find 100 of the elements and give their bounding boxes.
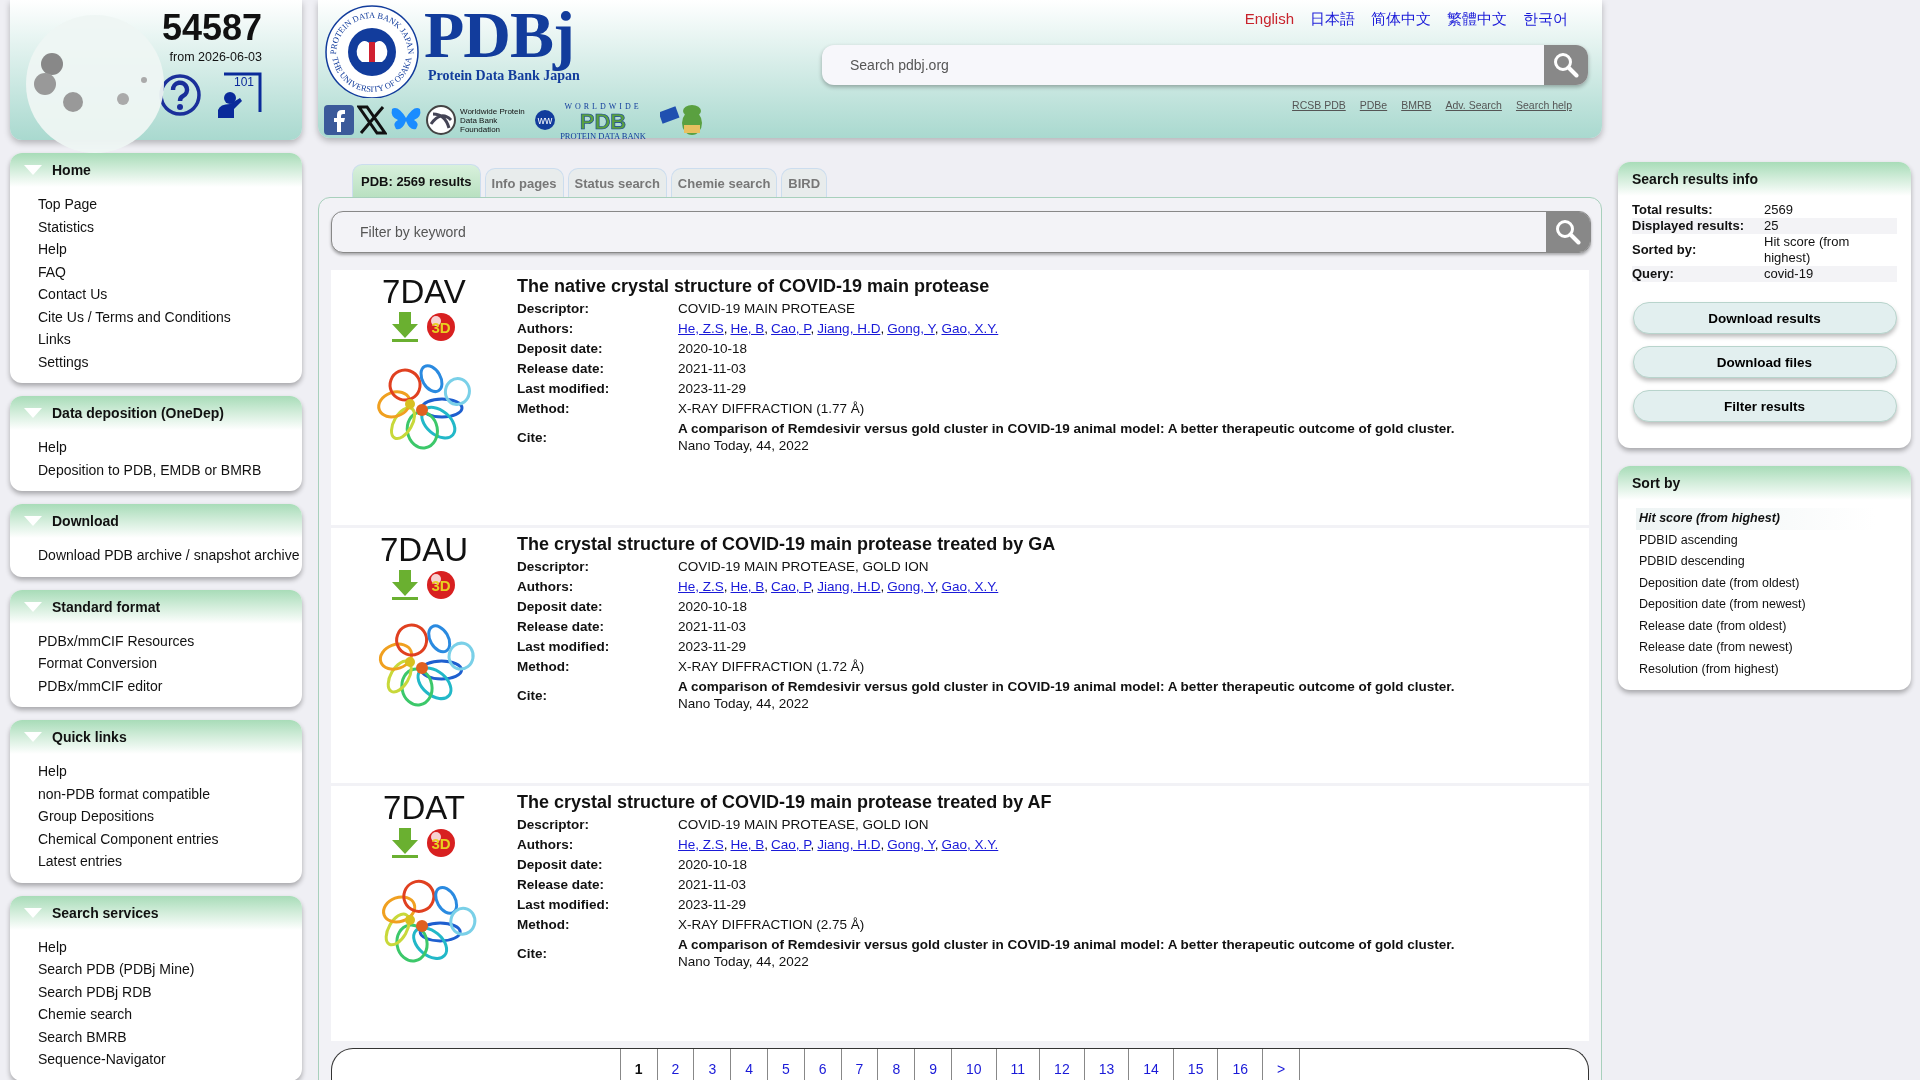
sidebar-link[interactable]: Links bbox=[10, 328, 302, 351]
language-link[interactable]: 繁體中文 bbox=[1447, 10, 1507, 29]
sort-option[interactable]: Release date (from newest) bbox=[1636, 637, 1875, 659]
author-link[interactable]: Cao, P bbox=[771, 321, 811, 336]
foundation-name[interactable]: Worldwide Protein Data Bank Foundation bbox=[460, 106, 532, 134]
results-tab[interactable]: BIRD bbox=[781, 168, 828, 198]
sidebar-link[interactable]: Contact Us bbox=[10, 283, 302, 306]
wwpdb-logo[interactable]: ww WORLDWIDE PDB PROTEIN DATA BANK bbox=[535, 100, 657, 140]
collapse-triangle-icon[interactable] bbox=[24, 907, 42, 918]
sidebar-link[interactable]: Sequence-Navigator bbox=[10, 1048, 302, 1071]
results-tab[interactable]: Status search bbox=[567, 168, 667, 198]
entry-id[interactable]: 7DAV bbox=[382, 274, 466, 310]
x-logo-icon[interactable] bbox=[357, 105, 387, 135]
page-link[interactable]: 8 bbox=[877, 1049, 915, 1080]
page-link[interactable]: 2 bbox=[656, 1049, 694, 1080]
sidebar-link[interactable]: Settings bbox=[10, 350, 302, 373]
header-link[interactable]: PDBe bbox=[1359, 99, 1388, 111]
header-link[interactable]: BMRB bbox=[1401, 99, 1432, 111]
sidebar-link[interactable]: FAQ bbox=[10, 260, 302, 283]
download-arrow-icon[interactable] bbox=[390, 828, 420, 858]
sidebar-link[interactable]: Top Page bbox=[10, 193, 302, 216]
sort-option[interactable]: Deposition date (from newest) bbox=[1636, 594, 1875, 616]
sort-option[interactable]: Release date (from oldest) bbox=[1636, 615, 1875, 637]
language-link[interactable]: 简体中文 bbox=[1371, 10, 1431, 29]
sort-option[interactable]: Deposition date (from oldest) bbox=[1636, 572, 1875, 594]
entry-id[interactable]: 7DAT bbox=[383, 790, 465, 826]
header-link[interactable]: Adv. Search bbox=[1445, 99, 1502, 111]
info-value: 2569 bbox=[1764, 202, 1794, 218]
sidebar-link[interactable]: Search PDB (PDBj Mine) bbox=[10, 958, 302, 981]
page-link[interactable]: 15 bbox=[1172, 1049, 1218, 1080]
collapse-triangle-icon[interactable] bbox=[24, 601, 42, 612]
next-page-link[interactable]: > bbox=[1262, 1049, 1301, 1080]
sidebar-link[interactable]: Help bbox=[10, 935, 302, 958]
action-button[interactable]: Download results bbox=[1632, 302, 1897, 334]
facebook-icon[interactable] bbox=[324, 105, 354, 135]
page-link[interactable]: 13 bbox=[1083, 1049, 1129, 1080]
entry-title[interactable]: The native crystal structure of COVID-19 main protease bbox=[517, 276, 1589, 297]
citation-title: A comparison of Remdesivir versus gold cluster in COVID-19 animal model: A better therapeutic outcome of gold cluster. bbox=[678, 936, 1456, 953]
page-link[interactable]: 5 bbox=[767, 1049, 804, 1080]
language-link[interactable]: English bbox=[1244, 10, 1294, 29]
author-link[interactable]: Gong, Y bbox=[887, 579, 935, 594]
page-link[interactable]: 6 bbox=[803, 1049, 841, 1080]
sort-option[interactable]: Resolution (from highest) bbox=[1636, 658, 1875, 680]
results-tab[interactable]: Info pages bbox=[484, 168, 564, 198]
sidebar-link[interactable]: Help bbox=[10, 436, 302, 459]
sidebar-link[interactable]: Chemie search bbox=[10, 1003, 302, 1026]
author-link[interactable]: He, Z.S bbox=[678, 837, 724, 852]
citation-title: A comparison of Remdesivir versus gold cluster in COVID-19 animal model: A better therapeutic outcome of gold cluster. bbox=[678, 420, 1456, 437]
sidebar-link[interactable]: PDBx/mmCIF Resources bbox=[10, 629, 302, 652]
page-link[interactable]: 7 bbox=[840, 1049, 878, 1080]
page-link[interactable]: 10 bbox=[951, 1049, 996, 1080]
page-link[interactable]: 3 bbox=[693, 1049, 731, 1080]
search-button[interactable] bbox=[1544, 45, 1588, 85]
sidebar-link[interactable]: Help bbox=[10, 238, 302, 261]
results-tab[interactable]: PDB: 2569 results bbox=[352, 164, 481, 198]
sidebar-link[interactable]: Statistics bbox=[10, 215, 302, 238]
sidebar-link[interactable]: Group Depositions bbox=[10, 805, 302, 828]
sidebar-link[interactable]: Help bbox=[10, 760, 302, 783]
entry-id[interactable]: 7DAU bbox=[380, 532, 468, 568]
author-link[interactable]: Cao, P bbox=[771, 579, 811, 594]
author-link[interactable]: Gao, X.Y. bbox=[941, 321, 999, 336]
results-tab[interactable]: Chemie search bbox=[670, 168, 778, 198]
entry-title[interactable]: The crystal structure of COVID-19 main protease treated by AF bbox=[517, 792, 1589, 813]
help-icon[interactable] bbox=[158, 73, 202, 117]
page-link[interactable]: 16 bbox=[1217, 1049, 1262, 1080]
sidebar-link[interactable]: Chemical Component entries bbox=[10, 827, 302, 850]
sort-option[interactable]: PDBID ascending bbox=[1636, 529, 1875, 551]
page-link[interactable]: 1 bbox=[619, 1049, 657, 1080]
header-link[interactable]: Search help bbox=[1515, 99, 1572, 111]
action-button[interactable]: Download files bbox=[1632, 346, 1897, 378]
sidebar-link[interactable]: Format Conversion bbox=[10, 652, 302, 675]
sidebar-link[interactable]: PDBx/mmCIF editor bbox=[10, 674, 302, 697]
sidebar-link[interactable]: non-PDB format compatible bbox=[10, 782, 302, 805]
author-link[interactable]: He, Z.S bbox=[678, 579, 724, 594]
author-link[interactable]: Gao, X.Y. bbox=[941, 579, 999, 594]
filter-button[interactable] bbox=[1546, 212, 1590, 252]
page-link[interactable]: 12 bbox=[1039, 1049, 1084, 1080]
language-link[interactable]: 한국어 bbox=[1523, 10, 1568, 29]
page-link[interactable]: 9 bbox=[914, 1049, 951, 1080]
author-link[interactable]: Gong, Y bbox=[887, 837, 935, 852]
sort-option[interactable]: PDBID descending bbox=[1636, 551, 1875, 573]
sidebar-link[interactable]: Deposition to PDB, EMDB or BMRB bbox=[10, 458, 302, 481]
sidebar-link[interactable]: Search BMRB bbox=[10, 1025, 302, 1048]
page-link[interactable]: 11 bbox=[995, 1049, 1040, 1080]
page-link[interactable]: 14 bbox=[1128, 1049, 1173, 1080]
sidebar-link[interactable]: Cite Us / Terms and Conditions bbox=[10, 305, 302, 328]
author-link[interactable]: He, Z.S bbox=[678, 321, 724, 336]
sidebar-link[interactable]: Latest entries bbox=[10, 850, 302, 873]
page-link[interactable]: 4 bbox=[730, 1049, 767, 1080]
sidebar-link[interactable]: Search PDBj RDB bbox=[10, 980, 302, 1003]
author-link[interactable]: Gao, X.Y. bbox=[941, 837, 999, 852]
author-link[interactable]: Gong, Y bbox=[887, 321, 935, 336]
language-link[interactable]: 日本語 bbox=[1310, 10, 1355, 29]
author-link[interactable]: Cao, P bbox=[771, 837, 811, 852]
download-arrow-icon[interactable] bbox=[390, 312, 420, 342]
download-arrow-icon[interactable] bbox=[390, 570, 420, 600]
action-button[interactable]: Filter results bbox=[1632, 390, 1897, 422]
sidebar-link[interactable]: Download PDB archive / snapshot archive bbox=[10, 544, 302, 567]
header-link[interactable]: RCSB PDB bbox=[1292, 99, 1346, 111]
entry-title[interactable]: The crystal structure of COVID-19 main protease treated by GA bbox=[517, 534, 1589, 555]
